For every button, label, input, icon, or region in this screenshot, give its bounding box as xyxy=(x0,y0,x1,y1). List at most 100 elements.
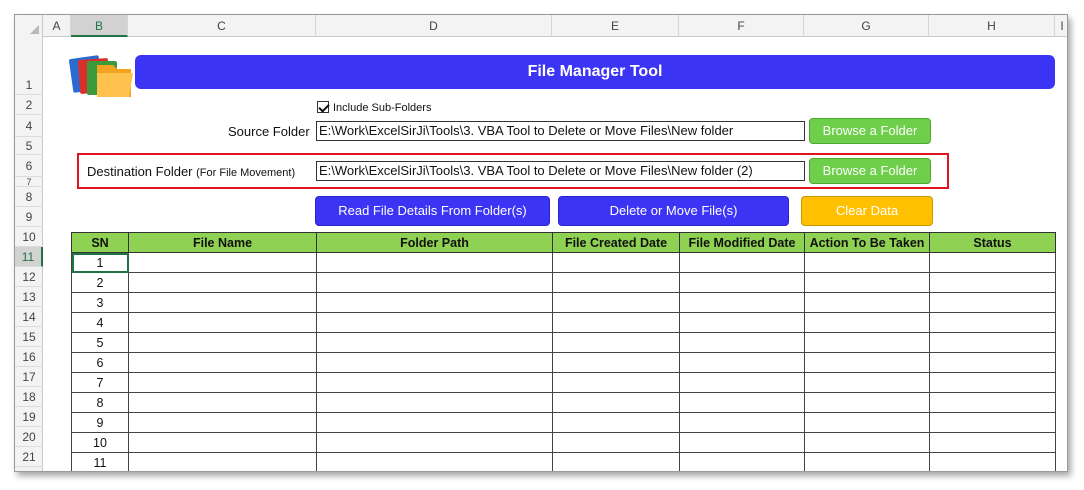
data-cell[interactable] xyxy=(804,252,930,273)
data-cell[interactable] xyxy=(929,312,1056,333)
sn-cell[interactable]: 11 xyxy=(71,452,129,471)
sn-cell[interactable]: 4 xyxy=(71,312,129,333)
data-cell[interactable] xyxy=(316,352,553,373)
data-cell[interactable] xyxy=(679,452,805,471)
data-cell[interactable] xyxy=(929,372,1056,393)
data-cell[interactable] xyxy=(552,432,680,453)
data-cell[interactable] xyxy=(552,412,680,433)
data-cell[interactable] xyxy=(679,332,805,353)
source-folder-path-field[interactable]: E:\Work\ExcelSirJi\Tools\3. VBA Tool to … xyxy=(316,121,805,141)
data-cell[interactable] xyxy=(679,312,805,333)
data-cell[interactable] xyxy=(804,352,930,373)
row-header-12[interactable]: 12 xyxy=(15,267,43,287)
sn-cell[interactable]: 7 xyxy=(71,372,129,393)
row-header-13[interactable]: 13 xyxy=(15,287,43,307)
data-cell[interactable] xyxy=(316,272,553,293)
data-cell[interactable] xyxy=(316,452,553,471)
row-header-18[interactable]: 18 xyxy=(15,387,43,407)
clear-data-button[interactable]: Clear Data xyxy=(801,196,933,226)
data-cell[interactable] xyxy=(128,432,317,453)
data-cell[interactable] xyxy=(128,352,317,373)
data-cell[interactable] xyxy=(316,252,553,273)
data-cell[interactable] xyxy=(929,452,1056,471)
data-cell[interactable] xyxy=(679,392,805,413)
data-cell[interactable] xyxy=(316,312,553,333)
sn-cell[interactable]: 10 xyxy=(71,432,129,453)
data-cell[interactable] xyxy=(804,272,930,293)
data-cell[interactable] xyxy=(929,392,1056,413)
sn-cell[interactable]: 9 xyxy=(71,412,129,433)
sn-cell[interactable]: 1 xyxy=(71,252,129,273)
data-cell[interactable] xyxy=(679,372,805,393)
data-cell[interactable] xyxy=(552,332,680,353)
data-cell[interactable] xyxy=(128,332,317,353)
destination-browse-button[interactable]: Browse a Folder xyxy=(809,158,931,184)
data-cell[interactable] xyxy=(929,412,1056,433)
column-header-i[interactable]: I xyxy=(1055,15,1067,37)
data-cell[interactable] xyxy=(929,292,1056,313)
data-cell[interactable] xyxy=(804,392,930,413)
include-subfolders-option[interactable]: Include Sub-Folders xyxy=(317,101,431,115)
data-cell[interactable] xyxy=(679,292,805,313)
data-cell[interactable] xyxy=(552,292,680,313)
data-cell[interactable] xyxy=(679,432,805,453)
data-cell[interactable] xyxy=(128,452,317,471)
column-header-a[interactable]: A xyxy=(43,15,71,37)
data-cell[interactable] xyxy=(552,352,680,373)
data-cell[interactable] xyxy=(804,452,930,471)
data-cell[interactable] xyxy=(552,452,680,471)
row-header-11[interactable]: 11 xyxy=(15,247,43,267)
column-header-g[interactable]: G xyxy=(804,15,929,37)
data-cell[interactable] xyxy=(679,352,805,373)
column-header-b[interactable]: B xyxy=(71,15,128,37)
row-header-15[interactable]: 15 xyxy=(15,327,43,347)
row-header-8[interactable]: 8 xyxy=(15,187,43,207)
data-cell[interactable] xyxy=(552,272,680,293)
row-header-14[interactable]: 14 xyxy=(15,307,43,327)
data-cell[interactable] xyxy=(316,432,553,453)
select-all-corner[interactable] xyxy=(15,15,43,37)
row-header-2[interactable]: 2 xyxy=(15,95,43,115)
data-cell[interactable] xyxy=(804,292,930,313)
data-cell[interactable] xyxy=(929,352,1056,373)
data-cell[interactable] xyxy=(552,312,680,333)
data-cell[interactable] xyxy=(679,272,805,293)
column-header-c[interactable]: C xyxy=(128,15,316,37)
data-cell[interactable] xyxy=(679,252,805,273)
data-cell[interactable] xyxy=(552,252,680,273)
data-cell[interactable] xyxy=(316,412,553,433)
row-header-17[interactable]: 17 xyxy=(15,367,43,387)
data-cell[interactable] xyxy=(804,372,930,393)
data-cell[interactable] xyxy=(679,412,805,433)
data-cell[interactable] xyxy=(552,372,680,393)
column-header-f[interactable]: F xyxy=(679,15,804,37)
row-header-16[interactable]: 16 xyxy=(15,347,43,367)
data-cell[interactable] xyxy=(316,392,553,413)
row-header-20[interactable]: 20 xyxy=(15,427,43,447)
include-subfolders-checkbox[interactable] xyxy=(317,101,329,113)
source-browse-button[interactable]: Browse a Folder xyxy=(809,118,931,144)
destination-folder-path-field[interactable]: E:\Work\ExcelSirJi\Tools\3. VBA Tool to … xyxy=(316,161,805,181)
data-cell[interactable] xyxy=(316,372,553,393)
data-cell[interactable] xyxy=(128,392,317,413)
row-header-4[interactable]: 4 xyxy=(15,115,43,137)
data-cell[interactable] xyxy=(929,332,1056,353)
data-cell[interactable] xyxy=(128,292,317,313)
data-cell[interactable] xyxy=(804,412,930,433)
row-header-1[interactable]: 1 xyxy=(15,37,43,95)
data-cell[interactable] xyxy=(929,432,1056,453)
data-cell[interactable] xyxy=(929,272,1056,293)
row-header-9[interactable]: 9 xyxy=(15,207,43,227)
data-cell[interactable] xyxy=(316,292,553,313)
read-file-details-button[interactable]: Read File Details From Folder(s) xyxy=(315,196,550,226)
data-cell[interactable] xyxy=(128,272,317,293)
column-header-h[interactable]: H xyxy=(929,15,1055,37)
data-cell[interactable] xyxy=(128,312,317,333)
sn-cell[interactable]: 3 xyxy=(71,292,129,313)
row-header-19[interactable]: 19 xyxy=(15,407,43,427)
data-cell[interactable] xyxy=(804,432,930,453)
sn-cell[interactable]: 2 xyxy=(71,272,129,293)
row-header-7[interactable]: 7 xyxy=(15,177,43,187)
data-cell[interactable] xyxy=(128,412,317,433)
row-header-6[interactable]: 6 xyxy=(15,155,43,177)
